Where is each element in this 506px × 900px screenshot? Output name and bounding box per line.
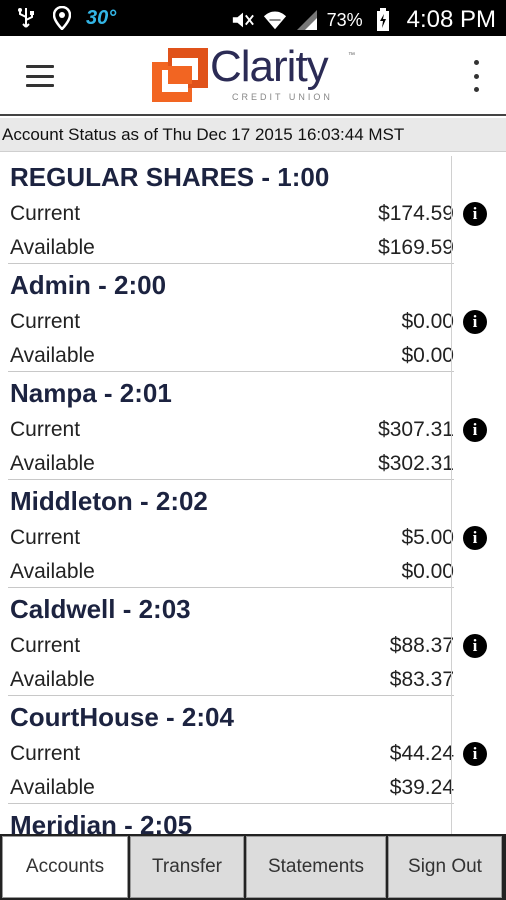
available-balance-row: Available $0.00 <box>10 344 454 368</box>
current-balance-row: Current $88.37 <box>10 634 454 658</box>
tab-sign-out[interactable]: Sign Out <box>388 836 502 898</box>
current-label: Current <box>10 202 81 225</box>
available-balance-row: Available $302.31 <box>10 452 454 476</box>
account-item[interactable]: REGULAR SHARES - 1:00 Current $174.59 Av… <box>0 156 506 264</box>
current-amount: $0.00 <box>401 310 454 333</box>
account-item[interactable]: CourtHouse - 2:04 Current $44.24 Availab… <box>0 696 506 804</box>
logo-text: Clarity <box>210 42 329 91</box>
current-label: Current <box>10 526 81 549</box>
available-label: Available <box>10 344 95 367</box>
status-bar: 30° 73% 4:08 PM <box>0 0 506 36</box>
status-bar-left: 30° <box>14 6 116 30</box>
clarity-logo: Clarity ™ CREDIT UNION <box>152 42 362 108</box>
hamburger-menu-icon[interactable] <box>24 62 56 90</box>
bottom-tab-bar: Accounts Transfer Statements Sign Out <box>0 834 506 900</box>
current-label: Current <box>10 742 81 765</box>
account-item[interactable]: Caldwell - 2:03 Current $88.37 Available… <box>0 588 506 696</box>
current-amount: $174.59 <box>378 202 454 225</box>
current-label: Current <box>10 418 81 441</box>
logo-subtext: CREDIT UNION <box>232 92 333 102</box>
info-icon[interactable]: i <box>463 742 487 766</box>
available-label: Available <box>10 560 95 583</box>
battery-percent: 73% <box>326 9 363 30</box>
current-balance-row: Current $174.59 <box>10 202 454 226</box>
account-name: CourtHouse - 2:04 <box>10 702 234 732</box>
available-balance-row: Available $0.00 <box>10 560 454 584</box>
accounts-list[interactable]: REGULAR SHARES - 1:00 Current $174.59 Av… <box>0 156 506 834</box>
more-vertical-icon[interactable] <box>470 60 482 92</box>
account-item[interactable]: Meridian - 2:05 <box>0 804 506 834</box>
available-amount: $39.24 <box>389 776 454 799</box>
available-label: Available <box>10 452 95 475</box>
current-amount: $5.00 <box>401 526 454 549</box>
tab-accounts[interactable]: Accounts <box>2 836 128 898</box>
available-label: Available <box>10 236 95 259</box>
current-amount: $88.37 <box>389 634 454 657</box>
current-balance-row: Current $5.00 <box>10 526 454 550</box>
account-name: Meridian - 2:05 <box>10 810 193 834</box>
available-amount: $0.00 <box>401 344 454 367</box>
location-icon <box>50 6 74 30</box>
status-bar-right: 73% 4:08 PM <box>231 6 496 34</box>
logo-trademark: ™ <box>348 52 355 59</box>
account-name: REGULAR SHARES - 1:00 <box>10 162 330 192</box>
mute-icon <box>231 8 255 32</box>
current-balance-row: Current $0.00 <box>10 310 454 334</box>
account-name: Caldwell - 2:03 <box>10 594 191 624</box>
info-icon[interactable]: i <box>463 202 487 226</box>
current-amount: $44.24 <box>389 742 454 765</box>
tab-statements[interactable]: Statements <box>246 836 386 898</box>
available-balance-row: Available $83.37 <box>10 668 454 692</box>
current-amount: $307.31 <box>378 418 454 441</box>
battery-icon <box>371 8 395 32</box>
info-icon[interactable]: i <box>463 310 487 334</box>
account-name: Admin - 2:00 <box>10 270 167 300</box>
account-item[interactable]: Nampa - 2:01 Current $307.31 Available $… <box>0 372 506 480</box>
available-amount: $0.00 <box>401 560 454 583</box>
available-amount: $169.59 <box>378 236 454 259</box>
app-bar: Clarity ™ CREDIT UNION <box>0 36 506 116</box>
current-label: Current <box>10 310 81 333</box>
available-amount: $302.31 <box>378 452 454 475</box>
available-label: Available <box>10 776 95 799</box>
account-name: Middleton - 2:02 <box>10 486 208 516</box>
tab-transfer[interactable]: Transfer <box>130 836 244 898</box>
current-balance-row: Current $44.24 <box>10 742 454 766</box>
clarity-logo-mark-icon <box>152 48 208 102</box>
available-balance-row: Available $39.24 <box>10 776 454 800</box>
available-balance-row: Available $169.59 <box>10 236 454 260</box>
info-icon[interactable]: i <box>463 634 487 658</box>
account-item[interactable]: Admin - 2:00 Current $0.00 Available $0.… <box>0 264 506 372</box>
current-label: Current <box>10 634 81 657</box>
account-status-timestamp: Account Status as of Thu Dec 17 2015 16:… <box>0 118 506 152</box>
info-icon[interactable]: i <box>463 526 487 550</box>
available-label: Available <box>10 668 95 691</box>
account-item[interactable]: Middleton - 2:02 Current $5.00 Available… <box>0 480 506 588</box>
usb-icon <box>14 6 38 30</box>
account-name: Nampa - 2:01 <box>10 378 172 408</box>
wifi-icon <box>263 8 287 32</box>
current-balance-row: Current $307.31 <box>10 418 454 442</box>
available-amount: $83.37 <box>389 668 454 691</box>
temperature-text: 30° <box>86 6 117 29</box>
signal-icon <box>295 8 319 32</box>
clock-text: 4:08 PM <box>406 6 496 33</box>
info-icon[interactable]: i <box>463 418 487 442</box>
